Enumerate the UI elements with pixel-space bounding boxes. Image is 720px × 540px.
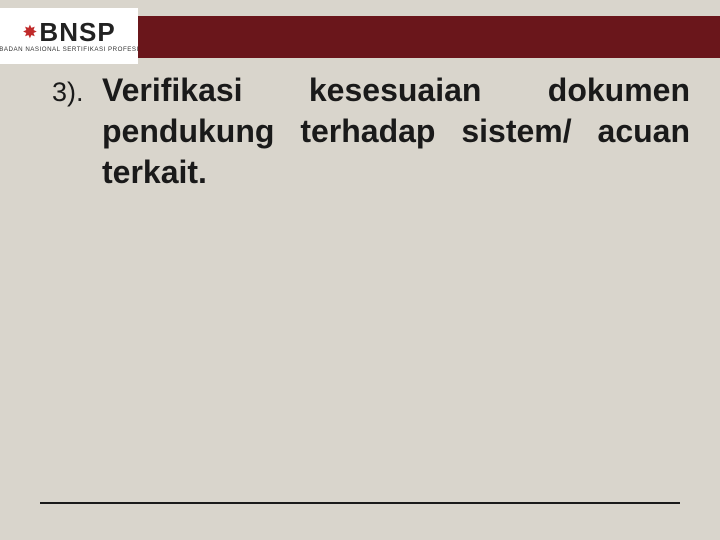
list-item: 3). Verifikasi kesesuaian dokumen penduk…: [52, 70, 690, 193]
list-item-text: Verifikasi kesesuaian dokumen pendukung …: [102, 70, 690, 193]
bottom-divider: [40, 502, 680, 504]
list-item-number: 3).: [52, 70, 102, 110]
content-area: 3). Verifikasi kesesuaian dokumen penduk…: [52, 70, 690, 193]
logo-main: ✸ BNSP: [22, 19, 115, 45]
logo-figure-icon: ✸: [22, 23, 37, 41]
logo-text: BNSP: [39, 19, 115, 45]
logo-tagline: BADAN NASIONAL SERTIFIKASI PROFESI: [0, 46, 139, 53]
logo-box: ✸ BNSP BADAN NASIONAL SERTIFIKASI PROFES…: [0, 8, 138, 64]
